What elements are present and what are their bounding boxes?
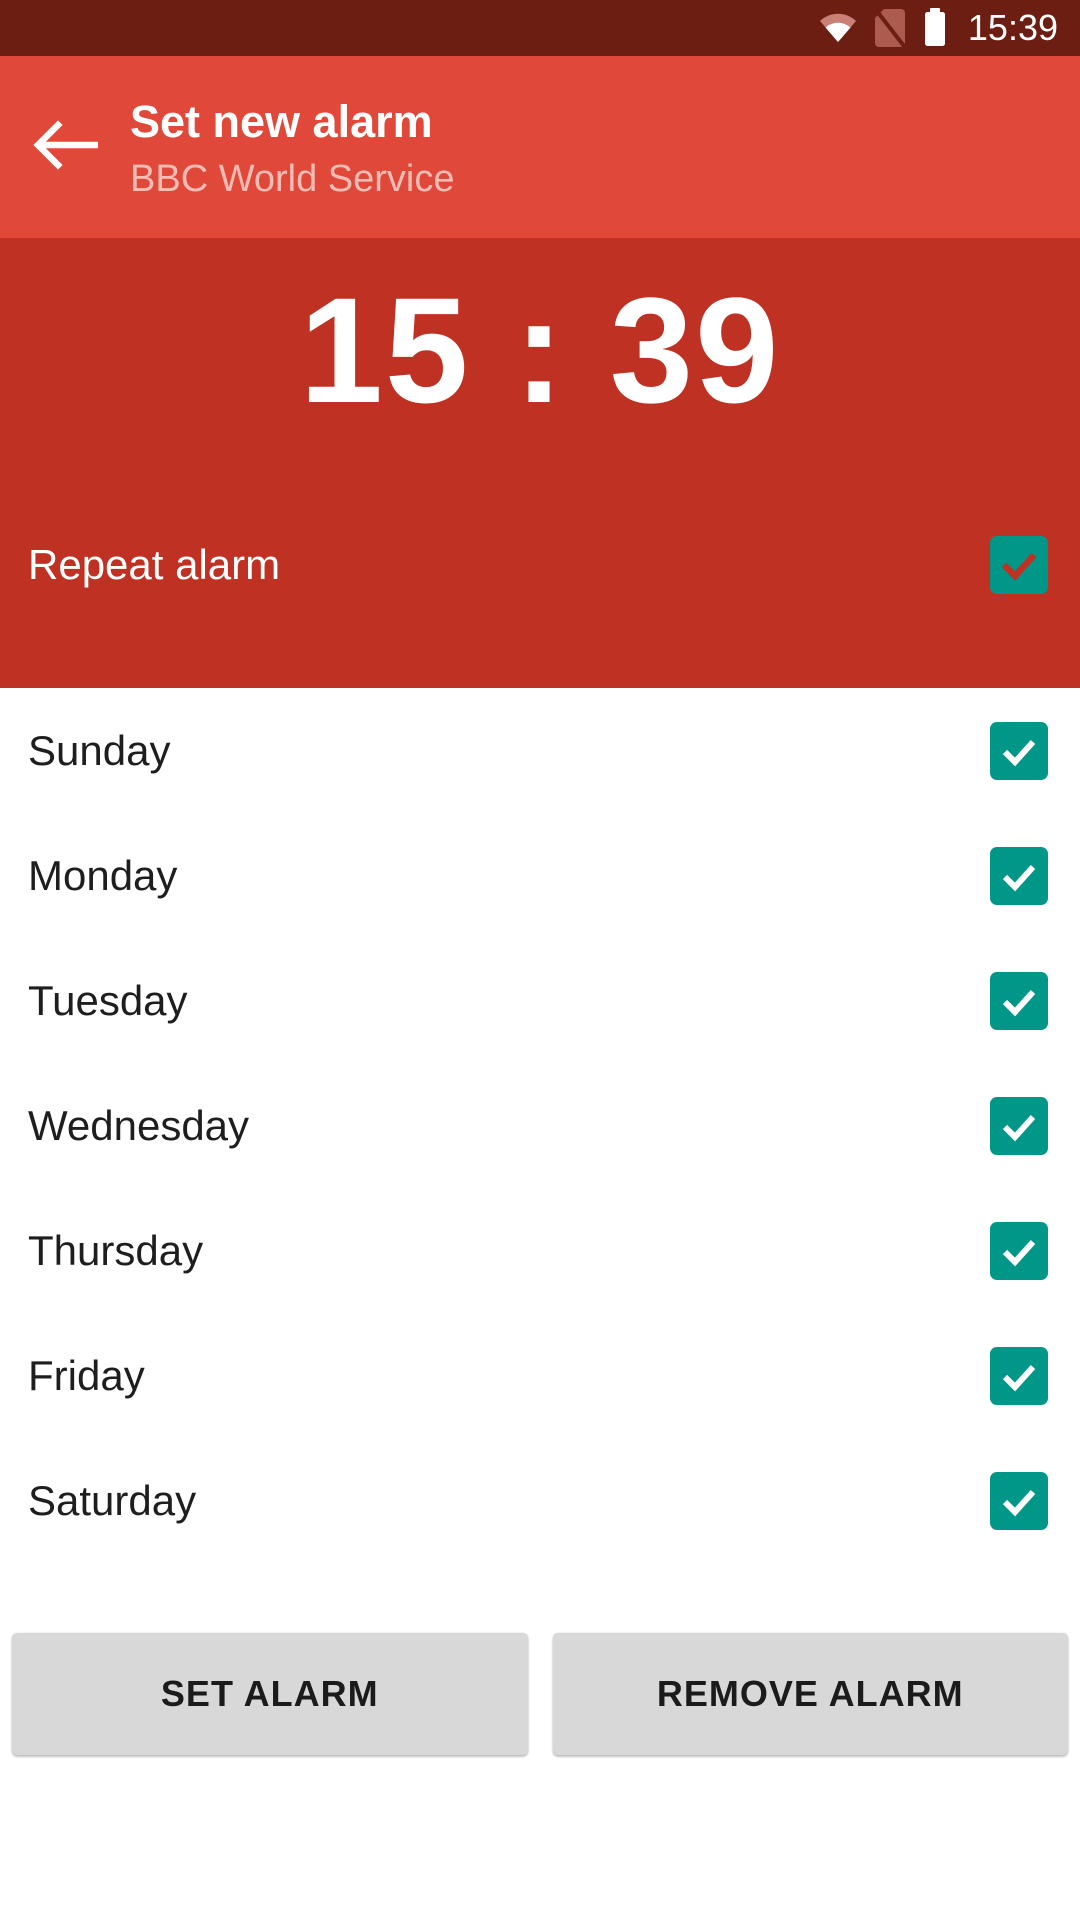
no-sim-card-icon	[874, 8, 906, 48]
check-icon	[1002, 1114, 1036, 1141]
day-label: Saturday	[28, 1476, 197, 1524]
repeat-alarm-row[interactable]: Repeat alarm	[0, 510, 1080, 620]
clock-panel: 15 : 39 Repeat alarm	[0, 238, 1080, 688]
day-checkbox[interactable]	[990, 971, 1048, 1030]
battery-icon	[922, 8, 948, 48]
day-label: Monday	[28, 851, 178, 899]
status-bar-clock: 15:39	[967, 7, 1058, 48]
check-icon	[1001, 552, 1037, 581]
check-icon	[1002, 989, 1036, 1016]
day-row[interactable]: Thursday	[0, 1188, 1080, 1313]
check-icon	[1002, 1239, 1036, 1266]
day-row[interactable]: Sunday	[0, 688, 1080, 813]
day-checkbox[interactable]	[990, 1471, 1048, 1530]
remove-alarm-button[interactable]: REMOVE ALARM	[552, 1633, 1068, 1755]
day-label: Thursday	[28, 1226, 204, 1274]
day-checkbox[interactable]	[990, 1221, 1048, 1280]
wifi-icon	[818, 12, 858, 44]
check-icon	[1002, 739, 1036, 766]
repeat-alarm-checkbox[interactable]	[990, 536, 1048, 594]
check-icon	[1002, 1489, 1036, 1516]
app-bar-text-block: Set new alarm BBC World Service	[130, 89, 455, 205]
back-button[interactable]	[0, 56, 130, 238]
day-label: Sunday	[28, 726, 171, 774]
check-icon	[1002, 1364, 1036, 1391]
back-arrow-icon	[32, 119, 100, 176]
alarm-time-display[interactable]: 15 : 39	[0, 260, 1080, 440]
day-checkbox[interactable]	[990, 1346, 1048, 1405]
day-checkbox[interactable]	[990, 721, 1048, 780]
status-bar: 15:39	[0, 0, 1080, 56]
day-list: Sunday Monday Tuesday Wednesday Thursday Frid…	[0, 688, 1080, 1563]
check-icon	[1002, 864, 1036, 891]
day-label: Wednesday	[28, 1101, 250, 1149]
alarm-screen: 15:39 Set new alarm BBC World Service 15…	[0, 0, 1080, 1920]
day-checkbox[interactable]	[990, 846, 1048, 905]
day-label: Friday	[28, 1351, 145, 1399]
day-row[interactable]: Saturday	[0, 1438, 1080, 1563]
page-title: Set new alarm	[130, 96, 433, 147]
day-label: Tuesday	[28, 976, 188, 1024]
day-row[interactable]: Friday	[0, 1313, 1080, 1438]
repeat-alarm-label: Repeat alarm	[28, 541, 281, 588]
day-checkbox[interactable]	[990, 1096, 1048, 1155]
day-row[interactable]: Wednesday	[0, 1063, 1080, 1188]
set-alarm-button[interactable]: SET ALARM	[12, 1633, 528, 1755]
day-row[interactable]: Tuesday	[0, 938, 1080, 1063]
page-subtitle: BBC World Service	[130, 158, 455, 200]
action-button-bar: SET ALARM REMOVE ALARM	[0, 1633, 1080, 1758]
app-bar: Set new alarm BBC World Service	[0, 56, 1080, 238]
day-row[interactable]: Monday	[0, 813, 1080, 938]
